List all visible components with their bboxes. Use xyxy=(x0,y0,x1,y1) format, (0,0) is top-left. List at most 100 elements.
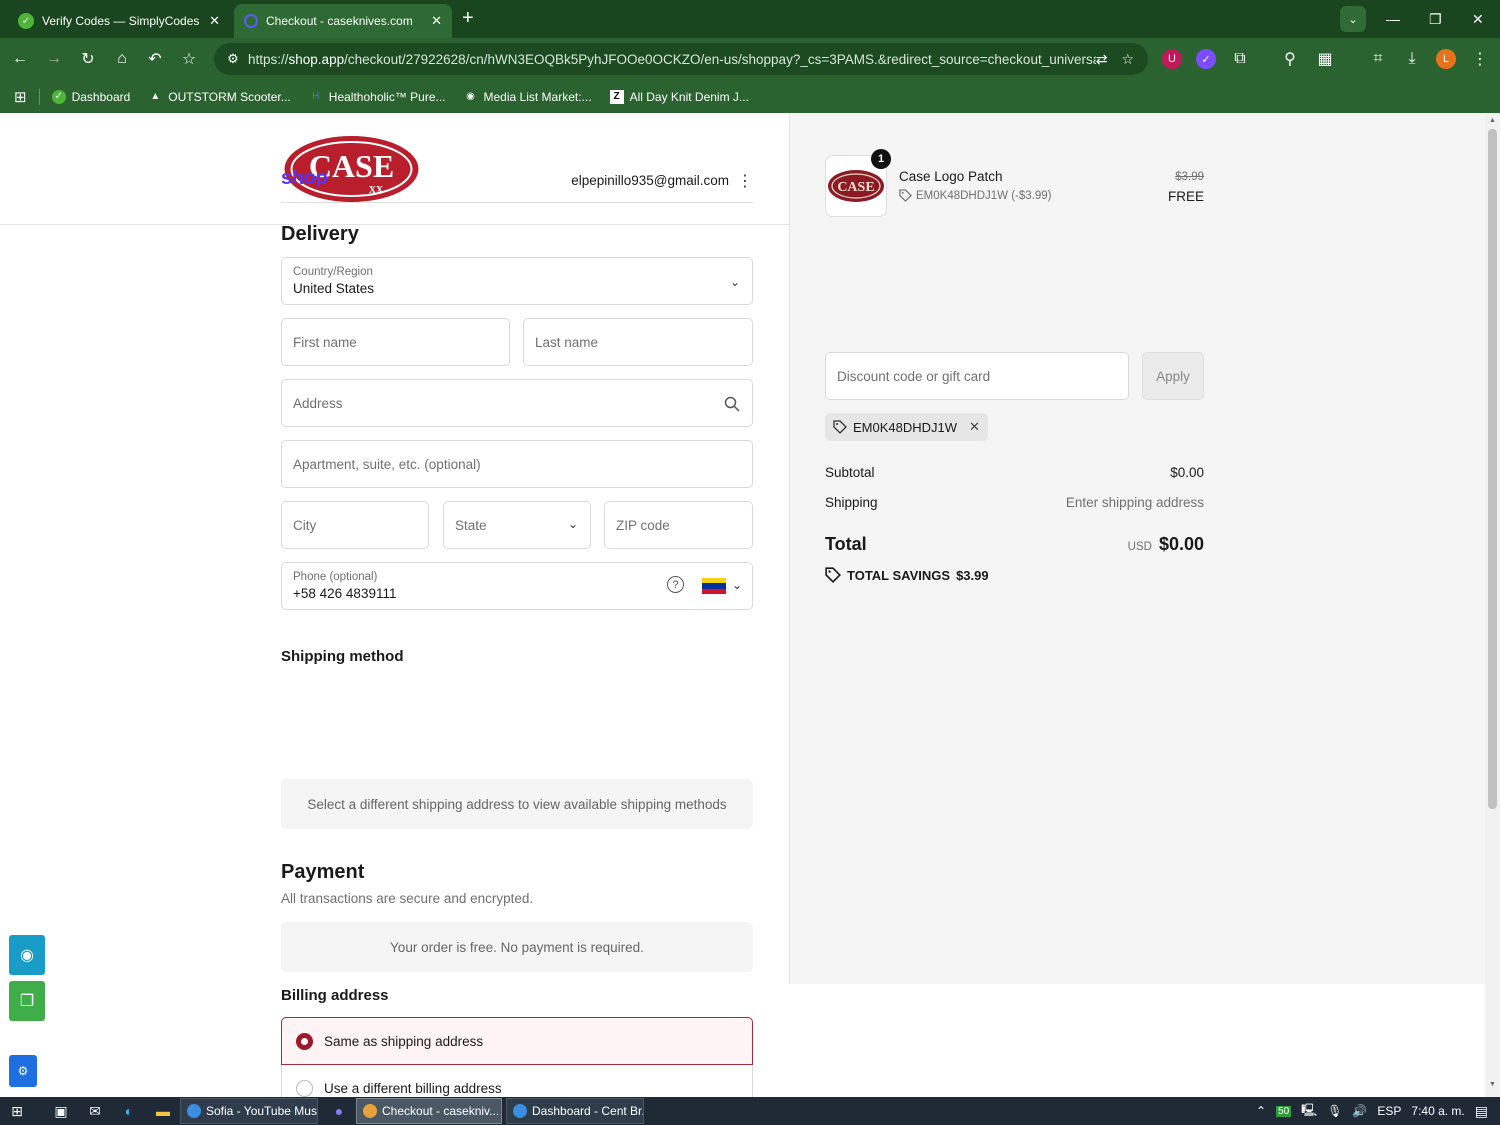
apply-button[interactable]: Apply xyxy=(1142,352,1204,400)
battery-indicator[interactable]: 50 xyxy=(1276,1105,1292,1117)
taskbar-window-dashboard[interactable]: Dashboard - Cent Br... xyxy=(506,1098,644,1124)
microphone-icon[interactable]: 🎙 xyxy=(1327,1104,1342,1118)
undo-icon[interactable]: ↶ xyxy=(143,47,167,71)
help-icon[interactable]: ? xyxy=(667,576,684,593)
remove-discount-icon[interactable]: ✕ xyxy=(969,419,980,435)
discord-icon[interactable]: ● xyxy=(322,1097,356,1125)
store-app-icon[interactable]: ▣ xyxy=(44,1097,78,1125)
shipping-row: Shipping Enter shipping address xyxy=(825,495,1204,510)
close-icon[interactable]: ✕ xyxy=(209,13,220,29)
outstorm-icon: ▲ xyxy=(150,91,161,102)
scroll-thumb[interactable] xyxy=(1488,129,1497,809)
state-select[interactable]: State ⌄ xyxy=(443,501,591,549)
simplycodes-icon: ✓ xyxy=(18,13,34,29)
new-tab-button[interactable]: + xyxy=(462,8,474,28)
tab-checkout[interactable]: Checkout - caseknives.com ✕ xyxy=(234,4,452,38)
restore-button[interactable]: ❐ xyxy=(1429,0,1442,38)
close-icon[interactable]: ✕ xyxy=(431,13,442,29)
delivery-heading: Delivery xyxy=(281,223,359,245)
case-patch-image: CASE xyxy=(828,170,884,202)
bookmark-healthoholic[interactable]: H Healthoholic™ Pure... xyxy=(309,90,445,104)
chevron-up-icon[interactable]: ⌃ xyxy=(1256,1104,1266,1118)
address-field[interactable]: Address xyxy=(281,379,753,427)
crop-icon[interactable]: ⌗ xyxy=(1366,47,1390,71)
apps-grid-icon[interactable]: ⊞ xyxy=(14,88,27,106)
zoom-search-icon[interactable]: ⚲ xyxy=(1278,47,1302,71)
product-name: Case Logo Patch xyxy=(899,169,1003,184)
shipping-method-notice: Select a different shipping address to v… xyxy=(281,779,753,829)
simplycodes-icon: ✓ xyxy=(51,89,66,104)
menu-kebab-icon[interactable]: ⋮ xyxy=(1468,47,1492,71)
total-row: Total USD $0.00 xyxy=(825,534,1204,554)
city-field[interactable]: City xyxy=(281,501,429,549)
edge-icon[interactable]: ◐ xyxy=(112,1097,146,1125)
volume-icon[interactable]: 🔊 xyxy=(1352,1104,1367,1118)
reload-icon[interactable]: ↻ xyxy=(76,47,100,71)
page-scrollbar[interactable]: ▲ ▼ xyxy=(1485,113,1500,1097)
shop-pay-logo: shop xyxy=(281,167,328,189)
clock[interactable]: 7:40 a. m. xyxy=(1411,1104,1464,1118)
ublock-extension-icon[interactable]: U xyxy=(1162,49,1182,69)
venezuela-flag-icon[interactable] xyxy=(702,578,726,594)
file-explorer-icon[interactable]: ▬ xyxy=(146,1097,180,1125)
site-info-icon[interactable]: ⚙ xyxy=(218,51,248,67)
simplycodes-extension-icon[interactable]: ✓ xyxy=(1196,49,1216,69)
language-indicator[interactable]: ESP xyxy=(1377,1104,1401,1118)
first-name-field[interactable]: First name xyxy=(281,318,510,366)
billing-same-option[interactable]: Same as shipping address xyxy=(281,1017,753,1065)
chrome-icon xyxy=(363,1104,377,1118)
bookmark-outstorm[interactable]: ▲ OUTSTORM Scooter... xyxy=(148,90,290,104)
last-name-field[interactable]: Last name xyxy=(523,318,753,366)
download-icon[interactable]: ⤓ xyxy=(1400,47,1424,71)
tab-search-button[interactable]: ⌄ xyxy=(1340,6,1366,32)
radio-selected[interactable] xyxy=(296,1032,313,1050)
back-icon[interactable]: ← xyxy=(8,47,32,71)
radio-unselected[interactable] xyxy=(296,1080,313,1097)
chevron-down-icon[interactable]: ⌄ xyxy=(732,578,742,592)
forward-icon[interactable]: → xyxy=(42,47,66,71)
original-price: $3.99 xyxy=(1175,171,1204,183)
notifications-icon[interactable]: ▤ xyxy=(1475,1103,1488,1120)
settings-gear-icon[interactable]: ⚙ xyxy=(9,1055,37,1087)
bookmark-all-day-knit[interactable]: Z All Day Knit Denim J... xyxy=(609,89,749,104)
discount-code-input[interactable]: Discount code or gift card xyxy=(825,352,1129,400)
start-grid-icon[interactable]: ⊞ xyxy=(0,1097,34,1125)
browser-tab-strip: ✓ Verify Codes — SimplyCodes ✕ Checkout … xyxy=(0,0,1500,38)
scroll-down-arrow[interactable]: ▼ xyxy=(1488,1081,1497,1088)
zip-field[interactable]: ZIP code xyxy=(604,501,753,549)
minimize-button[interactable]: — xyxy=(1386,0,1400,38)
scroll-up-arrow[interactable]: ▲ xyxy=(1488,117,1497,124)
taskbar-window-youtube[interactable]: Sofia - YouTube Mus... xyxy=(180,1098,318,1124)
url-text[interactable]: https://shop.app/checkout/27922628/cn/hW… xyxy=(248,52,1096,67)
globe-icon: ◉ xyxy=(466,91,475,102)
bookmark-dashboard[interactable]: ✓ Dashboard xyxy=(51,89,130,104)
profile-avatar[interactable]: L xyxy=(1436,49,1456,69)
system-tray: ⌃ 50 🖳 🎙 🔊 ESP 7:40 a. m. ▤ xyxy=(1256,1101,1500,1122)
home-icon[interactable]: ⌂ xyxy=(110,47,134,71)
extensions-puzzle-icon[interactable]: ⧉ xyxy=(1228,47,1252,71)
product-price: FREE xyxy=(1167,189,1204,204)
eye-icon[interactable]: ◉ xyxy=(9,935,45,975)
bookmark-media-list[interactable]: ◉ Media List Market:... xyxy=(464,90,591,104)
bookmark-star-icon[interactable]: ☆ xyxy=(177,47,201,71)
star-icon[interactable]: ☆ xyxy=(1121,51,1134,68)
phone-field[interactable]: Phone (optional) +58 426 4839111 ? ⌄ xyxy=(281,562,753,610)
chrome-icon xyxy=(187,1104,201,1118)
tab-simplycodes[interactable]: ✓ Verify Codes — SimplyCodes ✕ xyxy=(8,4,230,38)
tag-icon xyxy=(833,420,847,434)
taskbar-window-checkout[interactable]: Checkout - casekniv... xyxy=(356,1098,502,1124)
copy-icon[interactable]: ❐ xyxy=(9,981,45,1021)
apartment-field[interactable]: Apartment, suite, etc. (optional) xyxy=(281,440,753,488)
translate-icon[interactable]: ⇄ xyxy=(1096,51,1108,68)
windows-taskbar: ⊞ ▣ ✉ ◐ ▬ Sofia - YouTube Mus... ● Check… xyxy=(0,1097,1500,1125)
svg-text:CASE: CASE xyxy=(837,180,874,195)
window-close-button[interactable]: ✕ xyxy=(1472,0,1484,38)
qr-code-icon[interactable]: ▦ xyxy=(1313,47,1337,71)
network-icon[interactable]: 🖳 xyxy=(1301,1101,1317,1122)
country-select[interactable]: Country/Region United States ⌄ xyxy=(281,257,753,305)
mail-icon[interactable]: ✉ xyxy=(78,1097,112,1125)
applied-discount-chip: EM0K48DHDJ1W ✕ xyxy=(825,413,988,441)
account-menu-icon[interactable]: ⋮ xyxy=(737,171,753,191)
product-discount: EM0K48DHDJ1W (-$3.99) xyxy=(899,189,1051,202)
address-bar[interactable]: ⚙ https://shop.app/checkout/27922628/cn/… xyxy=(214,43,1148,75)
